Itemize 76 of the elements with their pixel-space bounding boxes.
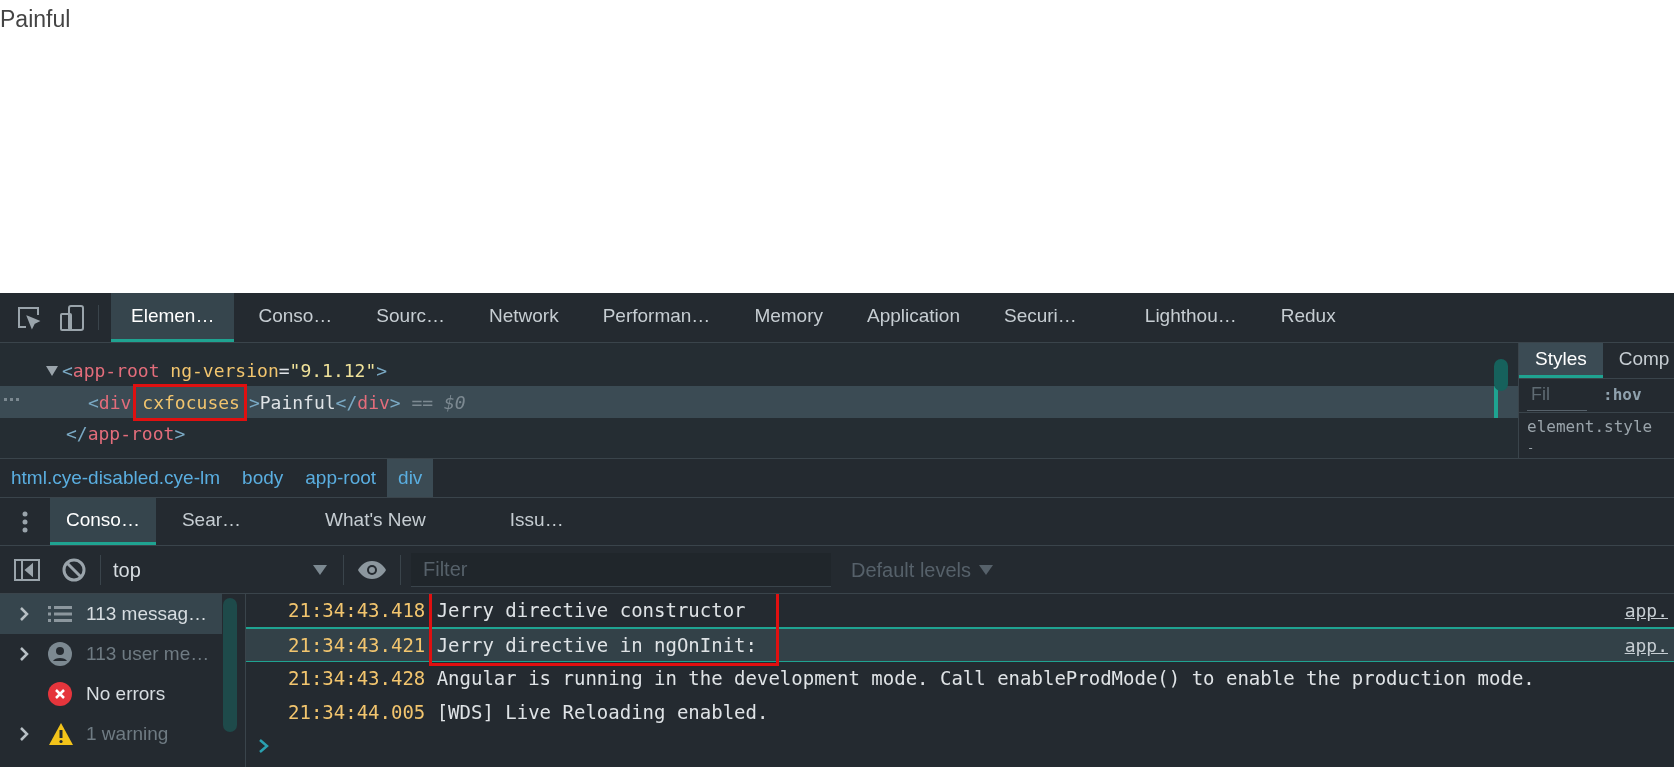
device-icon[interactable] xyxy=(58,303,86,332)
error-icon xyxy=(48,682,72,706)
prompt-icon[interactable] xyxy=(258,738,270,754)
caret-icon xyxy=(979,564,994,575)
code-token: app-root xyxy=(72,359,160,383)
panel-tab[interactable]: Network xyxy=(469,293,579,342)
source-link[interactable]: app. xyxy=(1624,631,1668,659)
chevron-icon[interactable] xyxy=(19,607,29,621)
drawer-tab[interactable]: Issu… xyxy=(487,498,586,545)
styles-tab[interactable]: Comp xyxy=(1602,343,1674,378)
breadcrumb[interactable]: body xyxy=(231,459,295,497)
panel-tab[interactable]: Redux xyxy=(1260,293,1356,342)
drawer-tab[interactable]: What's New xyxy=(303,498,448,545)
panel-tab[interactable]: Conso… xyxy=(238,293,353,342)
code-token: cxfocuses xyxy=(142,390,240,415)
sidebar-item[interactable]: 113 messag… xyxy=(0,594,222,634)
drawer-tab[interactable]: Sear… xyxy=(159,498,264,545)
chevron-icon[interactable] xyxy=(19,727,29,741)
message-text: [WDS] Live Reloading enabled. xyxy=(436,700,770,726)
source-link[interactable]: app. xyxy=(1624,597,1668,624)
scrollbar-thumb[interactable] xyxy=(223,598,237,732)
expanded-triangle-icon[interactable] xyxy=(46,364,58,377)
more-options-icon[interactable] xyxy=(22,509,28,534)
clear-console-icon[interactable] xyxy=(62,557,86,582)
message-time: 21:34:43.421 xyxy=(288,632,426,658)
code-token: > xyxy=(248,390,260,415)
sidebar-item[interactable]: No errors xyxy=(0,674,222,714)
style-rule-body: - xyxy=(1527,440,1535,457)
code-token: ng-version xyxy=(170,359,279,383)
drawer-tab[interactable]: Conso… xyxy=(50,498,156,545)
message-time: 21:34:44.005 xyxy=(288,700,426,726)
message-text: Jerry directive in ngOnInit: xyxy=(436,632,758,658)
code-token: Painful xyxy=(259,390,336,415)
code-token: </ xyxy=(66,422,88,446)
breadcrumb[interactable]: app-root xyxy=(294,459,388,497)
style-rule-selector: element.style xyxy=(1527,417,1654,437)
code-token: > xyxy=(376,359,388,383)
breadcrumb[interactable]: div xyxy=(387,459,434,497)
code-token: > xyxy=(389,390,401,415)
code-token: div xyxy=(357,390,390,415)
code-token: div xyxy=(98,390,132,415)
eye-icon[interactable] xyxy=(358,560,386,579)
code-token: > xyxy=(174,422,186,446)
styles-tab[interactable]: Styles xyxy=(1519,343,1603,378)
panel-tab[interactable]: Performan… xyxy=(582,293,731,342)
code-token: = xyxy=(278,359,290,383)
hov-button[interactable]: :hov xyxy=(1603,383,1642,408)
code-token: < xyxy=(62,359,73,383)
code-token: == $0 xyxy=(411,390,466,415)
message-text: Jerry directive constructor xyxy=(436,598,747,624)
panel-tab[interactable]: Application xyxy=(847,293,980,342)
panel-tab[interactable]: Lighthou… xyxy=(1124,293,1257,342)
inspect-icon[interactable] xyxy=(16,304,42,331)
breadcrumb[interactable]: html.cye-disabled.cye-lm xyxy=(0,459,232,497)
user-icon xyxy=(48,642,72,666)
code-token: app-root xyxy=(87,422,175,446)
code-token: < xyxy=(88,390,99,415)
panel-tab[interactable]: Securi… xyxy=(983,293,1097,342)
context-dropdown[interactable]: top xyxy=(101,549,333,590)
message-time: 21:34:43.418 xyxy=(288,598,426,624)
code-token: "9.1.12" xyxy=(289,359,377,383)
warning-icon xyxy=(48,722,74,746)
panel-tab[interactable]: Elemen… xyxy=(111,293,235,342)
list-icon xyxy=(48,605,72,623)
panel-tab[interactable]: Memory xyxy=(734,293,843,342)
caret-icon xyxy=(313,564,327,575)
message-text: Angular is running in the development mode. Call enableProdMode() to enable the production mode. xyxy=(436,666,1536,692)
panel-tab[interactable]: Sourc… xyxy=(356,293,465,342)
selected-node-row[interactable]: <div cxfocuses >Painful</div> == $0 xyxy=(0,386,1518,418)
sidebar-toggle-icon[interactable] xyxy=(14,558,40,581)
more-dots-icon[interactable] xyxy=(4,398,19,401)
code-token: </ xyxy=(335,390,358,415)
scrollbar-thumb[interactable] xyxy=(1494,359,1508,391)
page-text: Painful xyxy=(0,5,71,34)
message-time: 21:34:43.428 xyxy=(288,666,426,692)
chevron-icon[interactable] xyxy=(19,647,29,661)
